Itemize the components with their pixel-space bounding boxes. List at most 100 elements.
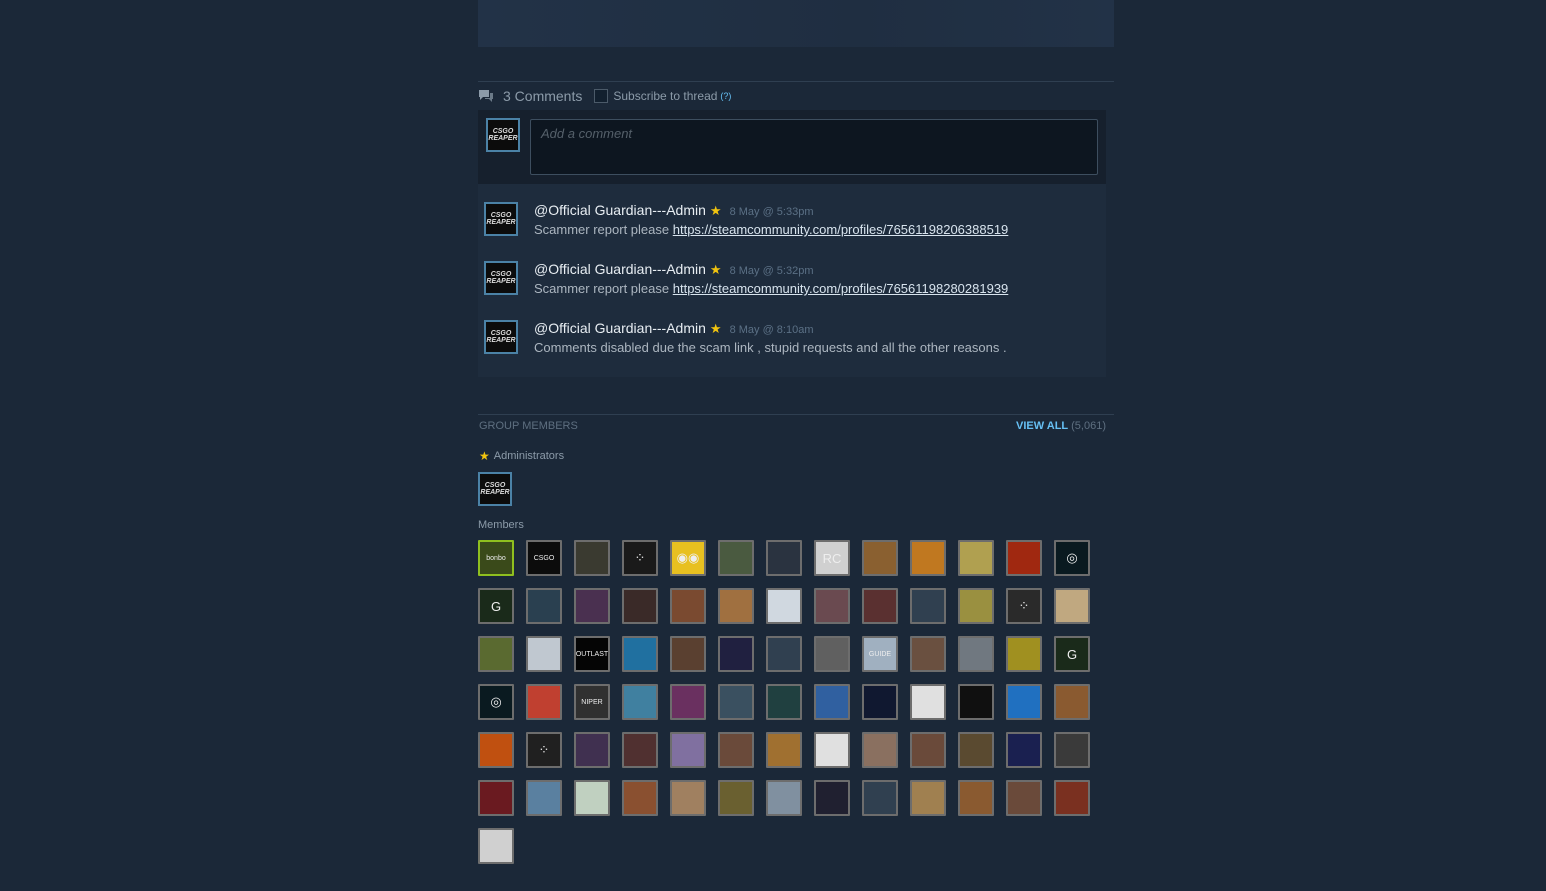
- member-avatar[interactable]: [718, 780, 754, 816]
- member-avatar[interactable]: [1006, 684, 1042, 720]
- member-avatar[interactable]: [910, 732, 946, 768]
- member-avatar[interactable]: [670, 780, 706, 816]
- member-avatar[interactable]: [670, 732, 706, 768]
- member-avatar[interactable]: [1054, 732, 1090, 768]
- member-avatar[interactable]: [958, 636, 994, 672]
- member-avatar[interactable]: [718, 636, 754, 672]
- member-avatar[interactable]: RC: [814, 540, 850, 576]
- member-avatar[interactable]: [1054, 588, 1090, 624]
- member-avatar[interactable]: [814, 588, 850, 624]
- member-avatar[interactable]: [574, 540, 610, 576]
- view-all-link[interactable]: VIEW ALL: [1016, 420, 1068, 432]
- member-avatar[interactable]: [814, 684, 850, 720]
- comment-author[interactable]: @Official Guardian---Admin: [534, 320, 706, 336]
- member-avatar[interactable]: [910, 780, 946, 816]
- member-avatar[interactable]: ⁘: [1006, 588, 1042, 624]
- member-avatar[interactable]: G: [1054, 636, 1090, 672]
- admin-avatar[interactable]: CSGO REAPER: [478, 472, 512, 506]
- member-avatar[interactable]: [910, 684, 946, 720]
- member-avatar[interactable]: [862, 540, 898, 576]
- member-avatar[interactable]: [766, 732, 802, 768]
- member-avatar[interactable]: [1006, 780, 1042, 816]
- member-avatar[interactable]: ⁘: [622, 540, 658, 576]
- member-avatar[interactable]: [526, 588, 562, 624]
- comment-author[interactable]: @Official Guardian---Admin: [534, 202, 706, 218]
- member-avatar[interactable]: [814, 780, 850, 816]
- comment-author-avatar[interactable]: CSGO REAPER: [484, 320, 518, 354]
- member-avatar[interactable]: [526, 636, 562, 672]
- member-avatar[interactable]: [622, 684, 658, 720]
- subscribe-checkbox[interactable]: [594, 89, 609, 103]
- comment-author-avatar[interactable]: CSGO REAPER: [484, 261, 518, 295]
- current-user-avatar[interactable]: CSGO REAPER: [486, 118, 520, 152]
- comment-author-avatar[interactable]: CSGO REAPER: [484, 202, 518, 236]
- member-avatar[interactable]: [574, 732, 610, 768]
- subscribe-label[interactable]: Subscribe to thread: [613, 89, 717, 103]
- member-avatar[interactable]: [622, 588, 658, 624]
- comment-link[interactable]: https://steamcommunity.com/profiles/7656…: [673, 222, 1009, 237]
- member-avatar[interactable]: GUIDE: [862, 636, 898, 672]
- member-avatar[interactable]: [862, 780, 898, 816]
- member-avatar[interactable]: [766, 540, 802, 576]
- member-avatar[interactable]: [862, 588, 898, 624]
- member-avatar[interactable]: CSGO: [526, 540, 562, 576]
- member-avatar[interactable]: [478, 828, 514, 864]
- member-avatar[interactable]: [670, 588, 706, 624]
- member-avatar[interactable]: [1054, 684, 1090, 720]
- member-avatar-glyph: ⁘: [538, 742, 550, 757]
- member-avatar[interactable]: [526, 684, 562, 720]
- member-avatar[interactable]: [718, 588, 754, 624]
- member-avatar[interactable]: [958, 588, 994, 624]
- member-avatar[interactable]: [622, 636, 658, 672]
- member-avatar[interactable]: [814, 732, 850, 768]
- member-avatar[interactable]: ◎: [478, 684, 514, 720]
- member-avatar[interactable]: [958, 540, 994, 576]
- member-avatar[interactable]: [766, 684, 802, 720]
- member-avatar[interactable]: ⁘: [526, 732, 562, 768]
- member-avatar[interactable]: [526, 780, 562, 816]
- member-avatar[interactable]: [958, 732, 994, 768]
- member-avatar[interactable]: NIPER: [574, 684, 610, 720]
- group-members-title: GROUP MEMBERS: [479, 420, 578, 432]
- member-avatar[interactable]: [718, 540, 754, 576]
- administrators-heading: ★ Administrators: [478, 449, 1114, 463]
- member-avatar[interactable]: G: [478, 588, 514, 624]
- member-avatar[interactable]: [766, 780, 802, 816]
- member-avatar[interactable]: [862, 732, 898, 768]
- member-avatar[interactable]: [862, 684, 898, 720]
- member-avatar[interactable]: [670, 684, 706, 720]
- member-avatar[interactable]: [718, 732, 754, 768]
- member-avatar[interactable]: [958, 780, 994, 816]
- member-avatar[interactable]: [1006, 636, 1042, 672]
- member-avatar[interactable]: [718, 684, 754, 720]
- member-avatar[interactable]: ◉◉: [670, 540, 706, 576]
- member-avatar[interactable]: [910, 636, 946, 672]
- subscribe-help-link[interactable]: (?): [720, 91, 731, 101]
- comment-author[interactable]: @Official Guardian---Admin: [534, 261, 706, 277]
- member-avatar[interactable]: [622, 732, 658, 768]
- member-avatar[interactable]: [910, 588, 946, 624]
- member-avatar[interactable]: [1054, 780, 1090, 816]
- member-avatar[interactable]: [1006, 732, 1042, 768]
- member-avatar[interactable]: [958, 684, 994, 720]
- member-avatar[interactable]: OUTLAST: [574, 636, 610, 672]
- member-avatar[interactable]: bonbo: [478, 540, 514, 576]
- group-members-section: GROUP MEMBERS VIEW ALL (5,061) ★ Administ…: [478, 414, 1114, 864]
- member-avatar[interactable]: [1006, 540, 1042, 576]
- member-avatar[interactable]: [766, 588, 802, 624]
- member-avatar[interactable]: [622, 780, 658, 816]
- member-avatar[interactable]: [478, 780, 514, 816]
- member-avatar[interactable]: [478, 732, 514, 768]
- member-avatar[interactable]: [574, 588, 610, 624]
- comment-link[interactable]: https://steamcommunity.com/profiles/7656…: [673, 281, 1009, 296]
- member-avatar[interactable]: [766, 636, 802, 672]
- member-avatar[interactable]: [670, 636, 706, 672]
- comment-input[interactable]: Add a comment: [530, 119, 1098, 175]
- member-avatar[interactable]: [814, 636, 850, 672]
- admin-star-icon: ★: [479, 449, 490, 463]
- member-avatar[interactable]: [574, 780, 610, 816]
- member-avatar[interactable]: [910, 540, 946, 576]
- member-avatar[interactable]: ◎: [1054, 540, 1090, 576]
- member-avatar[interactable]: [478, 636, 514, 672]
- add-comment-area: CSGO REAPER Add a comment: [478, 110, 1106, 184]
